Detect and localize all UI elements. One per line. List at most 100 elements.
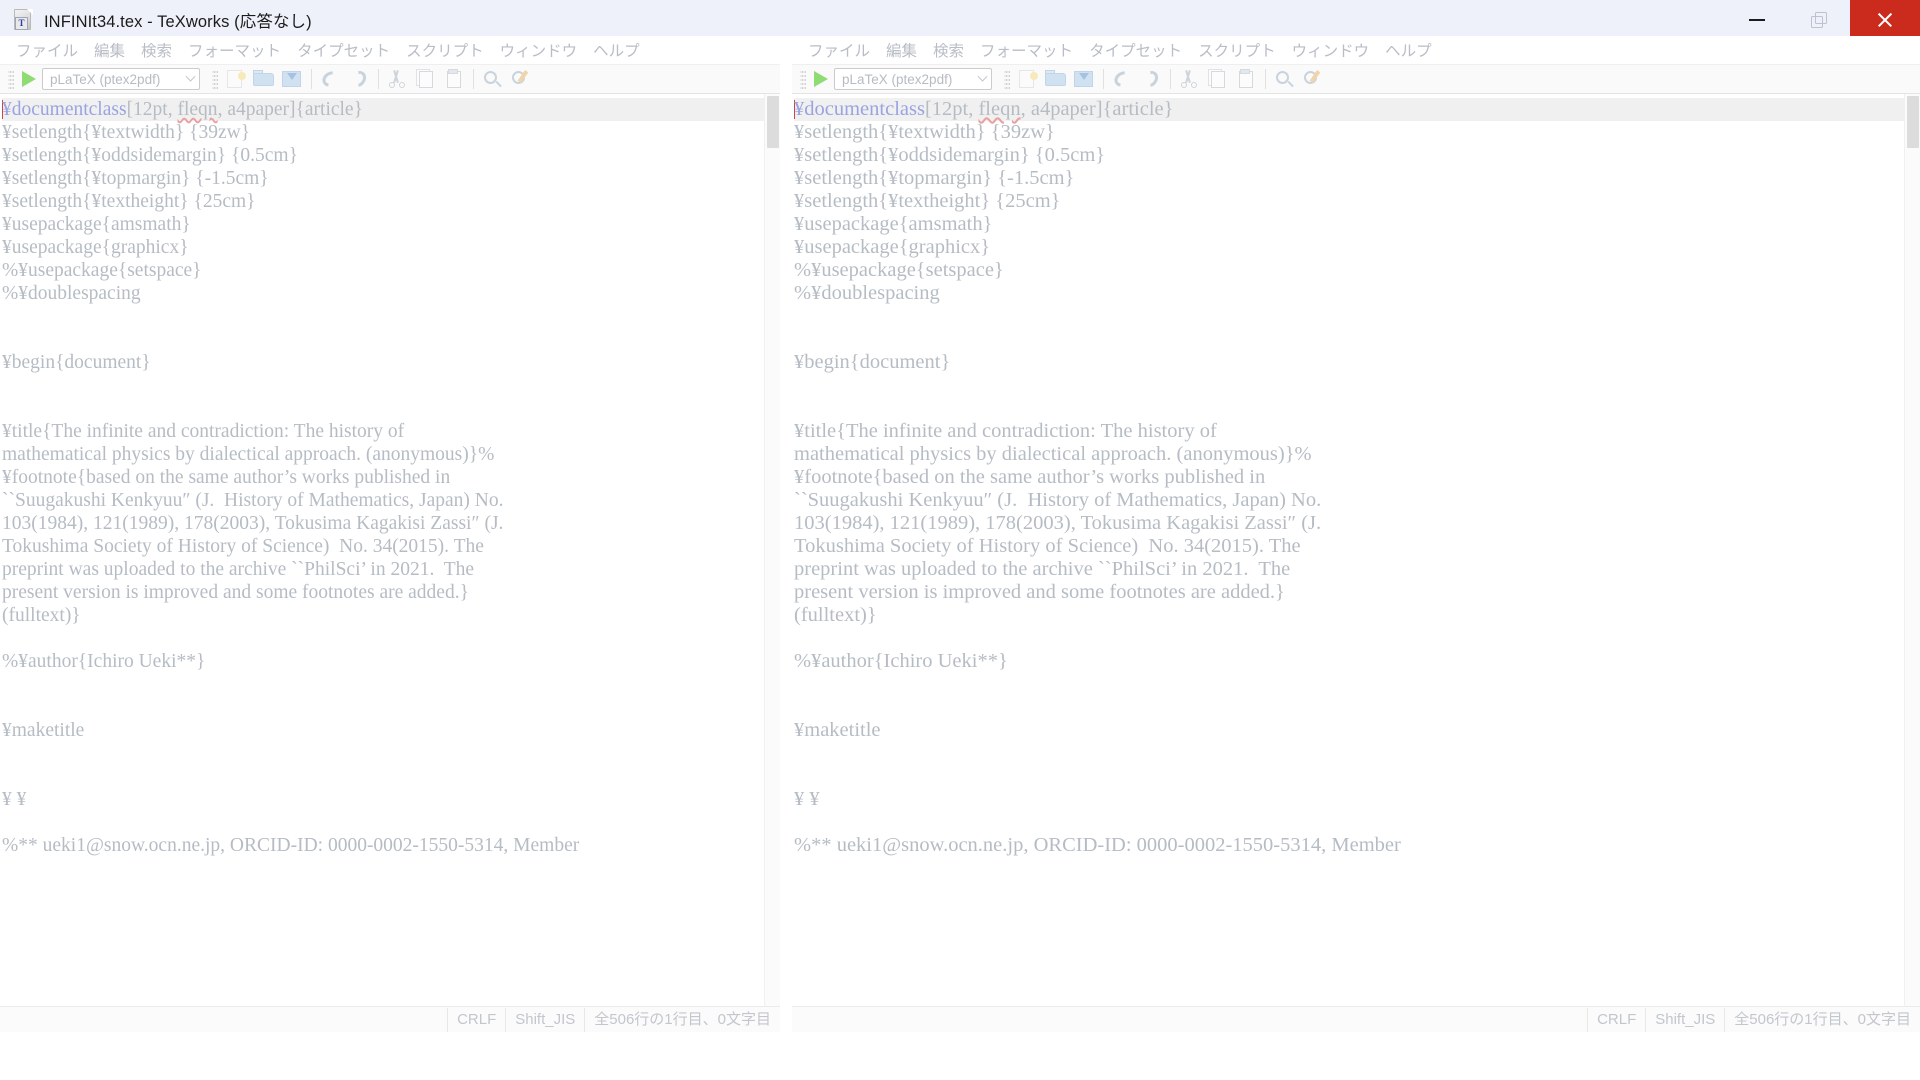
undo-icon-2[interactable] xyxy=(1109,67,1137,91)
code-line: ¥footnote{based on the same author’s wor… xyxy=(2,467,451,488)
menu-edit[interactable]: 編集 xyxy=(86,39,133,61)
status-encoding-2[interactable]: Shift_JIS xyxy=(1645,1007,1724,1032)
code-line: ``Suugakushi Kenkyuu″ (J. History of Mat… xyxy=(2,490,504,511)
editor-area-left[interactable]: ¥documentclass[12pt, fleqn, a4paper]{art… xyxy=(0,94,780,1006)
new-document-icon[interactable] xyxy=(222,67,250,91)
search-replace-icon-2[interactable] xyxy=(1299,67,1327,91)
code-line: ¥documentclass[12pt, fleqn, a4paper]{art… xyxy=(794,98,1904,121)
search-replace-icon[interactable] xyxy=(507,67,535,91)
open-folder-icon-2[interactable] xyxy=(1042,67,1070,91)
menu-search-2[interactable]: 検索 xyxy=(925,39,972,61)
toolbar-grip-2[interactable] xyxy=(212,69,218,89)
redo-icon-2[interactable] xyxy=(1137,67,1165,91)
status-encoding[interactable]: Shift_JIS xyxy=(505,1007,584,1032)
copy-icon[interactable] xyxy=(412,67,440,91)
menu-format-2[interactable]: フォーマット xyxy=(972,39,1081,61)
scrollbar-thumb-2[interactable] xyxy=(1907,96,1919,148)
latex-command: ¥documentclass xyxy=(794,98,925,120)
menu-help-2[interactable]: ヘルプ xyxy=(1377,39,1440,61)
menu-scripts-2[interactable]: スクリプト xyxy=(1190,39,1284,61)
status-line-ending-2[interactable]: CRLF xyxy=(1587,1007,1645,1032)
window-titlebar[interactable]: T INFINIt34.tex - TeXworks (応答なし) xyxy=(0,0,1920,40)
toolbar-grip-r2[interactable] xyxy=(1004,69,1010,89)
code-line: preprint was uploaded to the archive ``P… xyxy=(794,558,1291,580)
menu-window[interactable]: ウィンドウ xyxy=(492,39,586,61)
code-line: %** ueki1@snow.ocn.ne.jp, ORCID-ID: 0000… xyxy=(2,835,580,856)
toolbar-grip-r[interactable] xyxy=(800,69,806,89)
redo-icon[interactable] xyxy=(345,67,373,91)
typeset-engine-label-2: pLaTeX (ptex2pdf) xyxy=(842,71,953,87)
status-position-2: 全506行の1行目、0文字目 xyxy=(1724,1007,1920,1032)
cut-icon-2[interactable] xyxy=(1176,67,1204,91)
window-title: INFINIt34.tex - TeXworks (応答なし) xyxy=(44,13,312,31)
menu-search[interactable]: 検索 xyxy=(133,39,180,61)
code-line: (fulltext)} xyxy=(2,605,81,626)
typeset-engine-select-2[interactable]: pLaTeX (ptex2pdf) xyxy=(834,68,992,90)
menu-format[interactable]: フォーマット xyxy=(180,39,289,61)
code-line: ¥begin{document} xyxy=(2,352,151,373)
code-line: 103(1984), 121(1989), 178(2003), Tokusim… xyxy=(794,512,1322,534)
restore-button[interactable] xyxy=(1788,0,1850,40)
cut-icon[interactable] xyxy=(384,67,412,91)
statusbar-left: CRLF Shift_JIS 全506行の1行目、0文字目 xyxy=(0,1006,780,1032)
code-line: ¥setlength{¥topmargin} {-1.5cm} xyxy=(2,168,269,189)
find-icon[interactable] xyxy=(479,67,507,91)
menu-file-2[interactable]: ファイル xyxy=(800,39,878,61)
source-code-right[interactable]: ¥documentclass[12pt, fleqn, a4paper]{art… xyxy=(792,94,1904,1006)
menu-typeset[interactable]: タイプセット xyxy=(289,39,398,61)
code-line: ¥maketitle xyxy=(794,719,881,741)
typeset-run-button[interactable] xyxy=(22,71,36,87)
menu-help[interactable]: ヘルプ xyxy=(585,39,648,61)
statusbar-right: CRLF Shift_JIS 全506行の1行目、0文字目 xyxy=(792,1006,1920,1032)
vertical-scrollbar-left[interactable] xyxy=(764,94,780,1006)
code-line: ``Suugakushi Kenkyuu″ (J. History of Mat… xyxy=(794,489,1322,511)
save-icon-2[interactable] xyxy=(1070,67,1098,91)
code-line: ¥documentclass[12pt, fleqn, a4paper]{art… xyxy=(2,98,764,121)
copy-icon-2[interactable] xyxy=(1204,67,1232,91)
minimize-button[interactable] xyxy=(1726,0,1788,40)
typeset-run-button-2[interactable] xyxy=(814,71,828,87)
toolbar-grip[interactable] xyxy=(8,69,14,89)
scrollbar-thumb[interactable] xyxy=(767,96,779,148)
open-folder-icon[interactable] xyxy=(250,67,278,91)
source-code-left[interactable]: ¥documentclass[12pt, fleqn, a4paper]{art… xyxy=(0,94,764,1006)
menu-window-2[interactable]: ウィンドウ xyxy=(1284,39,1378,61)
new-document-icon-2[interactable] xyxy=(1014,67,1042,91)
menu-file[interactable]: ファイル xyxy=(8,39,86,61)
save-icon[interactable] xyxy=(278,67,306,91)
menubar-right: ファイル 編集 検索 フォーマット タイプセット スクリプト ウィンドウ ヘルプ xyxy=(792,36,1920,64)
code-line: mathematical physics by dialectical appr… xyxy=(794,443,1312,465)
typeset-engine-select[interactable]: pLaTeX (ptex2pdf) xyxy=(42,68,200,90)
code-line: ¥title{The infinite and contradiction: T… xyxy=(794,420,1217,442)
find-icon-2[interactable] xyxy=(1271,67,1299,91)
status-line-ending[interactable]: CRLF xyxy=(447,1007,505,1032)
code-line: %¥doublespacing xyxy=(794,282,940,304)
editor-area-right[interactable]: ¥documentclass[12pt, fleqn, a4paper]{art… xyxy=(792,94,1920,1006)
code-line: ¥usepackage{graphicx} xyxy=(794,236,991,258)
close-button[interactable] xyxy=(1850,0,1920,40)
close-icon xyxy=(1876,11,1894,29)
vertical-scrollbar-right[interactable] xyxy=(1904,94,1920,1006)
paste-icon-2[interactable] xyxy=(1232,67,1260,91)
code-line: present version is improved and some foo… xyxy=(2,582,469,603)
code-line: 103(1984), 121(1989), 178(2003), Tokusim… xyxy=(2,513,504,534)
menu-scripts[interactable]: スクリプト xyxy=(398,39,492,61)
code-line: ¥usepackage{amsmath} xyxy=(794,213,993,235)
paste-icon[interactable] xyxy=(440,67,468,91)
code-line: %** ueki1@snow.ocn.ne.jp, ORCID-ID: 0000… xyxy=(794,834,1401,856)
window-controls xyxy=(1726,0,1920,40)
latex-command: ¥documentclass xyxy=(2,99,127,120)
menu-edit-2[interactable]: 編集 xyxy=(878,39,925,61)
menu-typeset-2[interactable]: タイプセット xyxy=(1081,39,1190,61)
code-line: ¥setlength{¥textwidth} {39zw} xyxy=(2,122,251,143)
code-line: ¥begin{document} xyxy=(794,351,951,373)
code-line: preprint was uploaded to the archive ``P… xyxy=(2,559,475,580)
typeset-engine-label: pLaTeX (ptex2pdf) xyxy=(50,71,161,87)
undo-icon[interactable] xyxy=(317,67,345,91)
